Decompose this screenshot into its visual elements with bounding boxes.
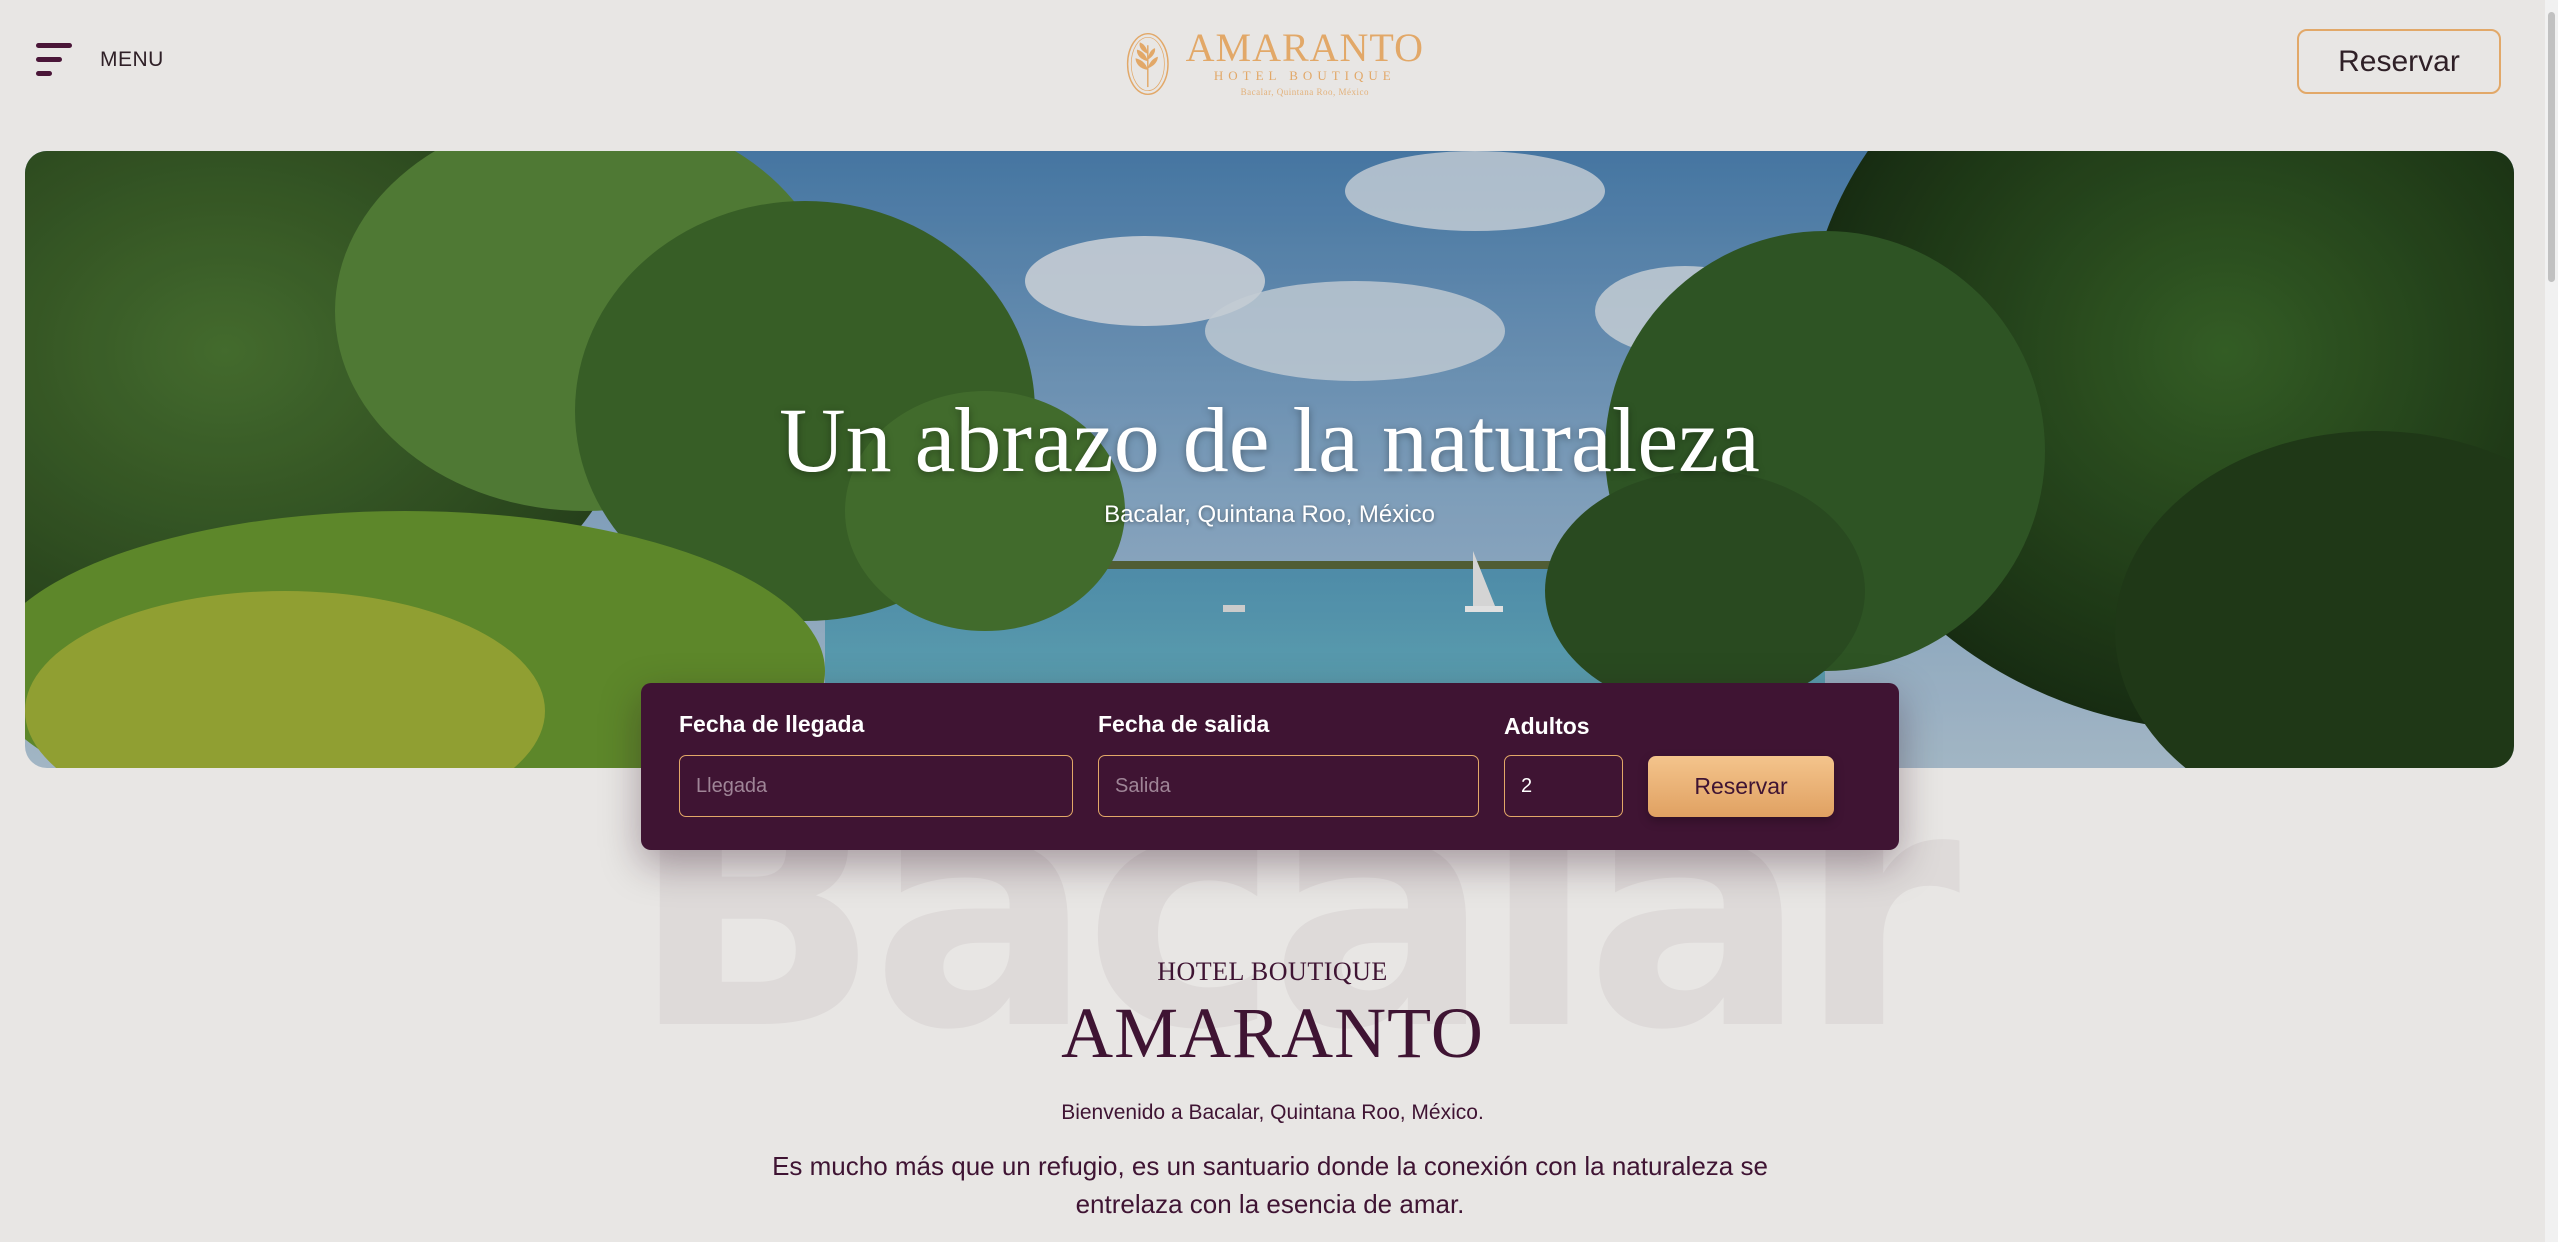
logo-subtitle: HOTEL BOUTIQUE [1213, 68, 1396, 83]
hero-banner: Un abrazo de la naturaleza Bacalar, Quin… [25, 151, 2514, 768]
intro-kicker: HOTEL BOUTIQUE [1157, 957, 1388, 986]
leaf-emblem-icon [1126, 32, 1169, 96]
intro-title: AMARANTO [1061, 993, 1484, 1073]
logo-location: Bacalar, Quintana Roo, México [1240, 87, 1369, 97]
adults-label: Adultos [1504, 713, 1590, 739]
page-scrollbar[interactable] [2545, 0, 2558, 1242]
site-header: MENU AMARANTO HOTEL BOUTIQUE Bacalar, Qu… [0, 0, 2545, 130]
scrollbar-thumb[interactable] [2548, 12, 2555, 282]
logo-name: AMARANTO [1185, 25, 1424, 70]
menu-button[interactable]: MENU [36, 40, 164, 80]
intro-body: Es mucho más que un refugio, es un santu… [772, 1151, 1768, 1219]
hero-subtitle: Bacalar, Quintana Roo, México [1104, 501, 1435, 528]
header-reserve-button[interactable]: Reservar [2297, 29, 2501, 94]
intro-welcome: Bienvenido a Bacalar, Quintana Roo, Méxi… [1061, 1101, 1484, 1124]
hero-title: Un abrazo de la naturaleza [779, 389, 1760, 491]
adults-input[interactable] [1504, 755, 1623, 817]
hamburger-icon [36, 40, 74, 80]
hotel-logo[interactable]: AMARANTO HOTEL BOUTIQUE Bacalar, Quintan… [1124, 16, 1424, 112]
departure-date-input[interactable] [1098, 755, 1479, 817]
arrival-label: Fecha de llegada [679, 711, 865, 737]
booking-form: Fecha de llegada Fecha de salida Adultos… [641, 683, 1899, 850]
departure-label: Fecha de salida [1098, 711, 1270, 737]
arrival-date-input[interactable] [679, 755, 1073, 817]
menu-label: MENU [100, 48, 164, 71]
booking-submit-button[interactable]: Reservar [1648, 756, 1834, 817]
